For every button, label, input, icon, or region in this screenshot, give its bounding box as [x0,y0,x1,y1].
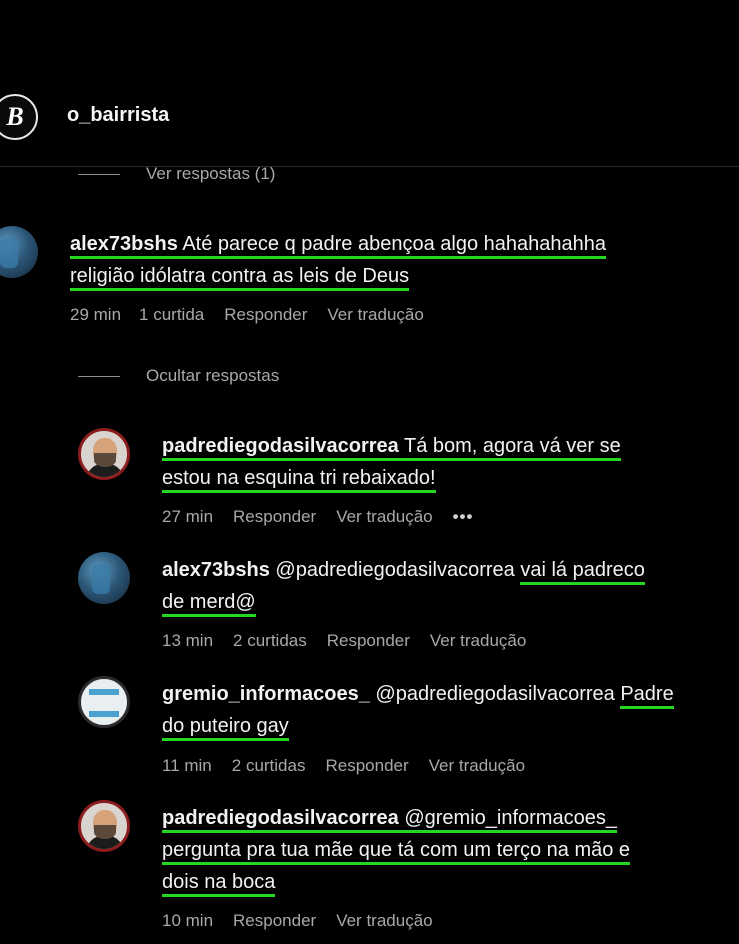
reply-button[interactable]: Responder [327,631,410,651]
likes-count[interactable]: 2 curtidas [232,756,306,776]
comment-meta: 13 min 2 curtidas Responder Ver tradução [162,631,526,651]
timestamp: 10 min [162,911,214,930]
comment-meta: 29 min 1 curtida Responder Ver tradução [70,305,424,325]
comment-text: pergunta pra tua mãe que tá com um terço… [162,839,631,865]
comment-text: de merd@ [162,591,256,617]
mention[interactable]: @padrediegodasilvacorrea [275,559,514,581]
comment-text: Até parece q padre abençoa algo hahahaha… [182,233,607,255]
comment-meta: 11 min 2 curtidas Responder Ver tradução [162,756,525,776]
reply-3: gremio_informacoes_ @padrediegodasilvaco… [162,678,674,742]
timestamp: 27 min [162,507,214,526]
avatar[interactable] [78,428,130,480]
translate-button[interactable]: Ver tradução [336,507,432,527]
avatar[interactable] [78,552,130,604]
toggle-line [78,375,120,377]
post-header: B o_bairrista [0,80,739,167]
likes-count[interactable]: 2 curtidas [233,631,307,651]
toggle-line [78,173,120,175]
timestamp: 11 min [162,756,212,775]
comment-meta: 27 min Responder Ver tradução ••• [162,507,473,527]
translate-button[interactable]: Ver tradução [327,305,423,325]
comment-username[interactable]: alex73bshs [162,559,270,581]
likes-count[interactable]: 1 curtida [139,305,204,325]
reply-4: padrediegodasilvacorrea @gremio_informac… [162,802,631,898]
view-replies-toggle[interactable]: Ver respostas (1) [78,164,275,184]
hide-replies-label: Ocultar respostas [146,366,280,385]
timestamp: 29 min [70,305,122,324]
translate-button[interactable]: Ver tradução [430,631,526,651]
mention[interactable]: @gremio_informacoes_ [404,807,617,829]
comment-text: vai lá padreco [520,559,645,585]
comment-1: alex73bshs Até parece q padre abençoa al… [70,228,607,292]
more-options-icon[interactable]: ••• [453,507,474,527]
comment-meta: 10 min Responder Ver tradução [162,911,433,931]
reply-1: padrediegodasilvacorrea Tá bom, agora vá… [162,430,621,494]
reply-button[interactable]: Responder [325,756,408,776]
comment-text: Padre [620,683,674,709]
comment-text: religião idólatra contra as leis de Deus [70,265,410,291]
hide-replies-toggle[interactable]: Ocultar respostas [78,366,279,386]
translate-button[interactable]: Ver tradução [336,911,432,931]
reply-button[interactable]: Responder [233,507,316,527]
reply-button[interactable]: Responder [224,305,307,325]
account-logo[interactable]: B [0,94,38,140]
avatar[interactable] [0,226,38,278]
reply-2: alex73bshs @padrediegodasilvacorrea vai … [162,554,645,618]
comment-username[interactable]: padrediegodasilvacorrea [162,807,399,829]
timestamp: 13 min [162,631,214,650]
view-replies-label: Ver respostas (1) [146,164,276,183]
reply-button[interactable]: Responder [233,911,316,931]
comment-text: do puteiro gay [162,715,289,741]
comment-text: Tá bom, agora vá ver se [403,435,621,457]
translate-button[interactable]: Ver tradução [429,756,525,776]
comment-username[interactable]: padrediegodasilvacorrea [162,435,399,457]
avatar[interactable] [78,800,130,852]
account-name[interactable]: o_bairrista [67,104,169,127]
comment-text: dois na boca [162,871,276,897]
comment-username[interactable]: gremio_informacoes_ [162,683,370,705]
mention[interactable]: @padrediegodasilvacorrea [375,683,614,705]
avatar[interactable] [78,676,130,728]
comment-username[interactable]: alex73bshs [70,233,178,255]
comment-text: estou na esquina tri rebaixado! [162,467,436,493]
